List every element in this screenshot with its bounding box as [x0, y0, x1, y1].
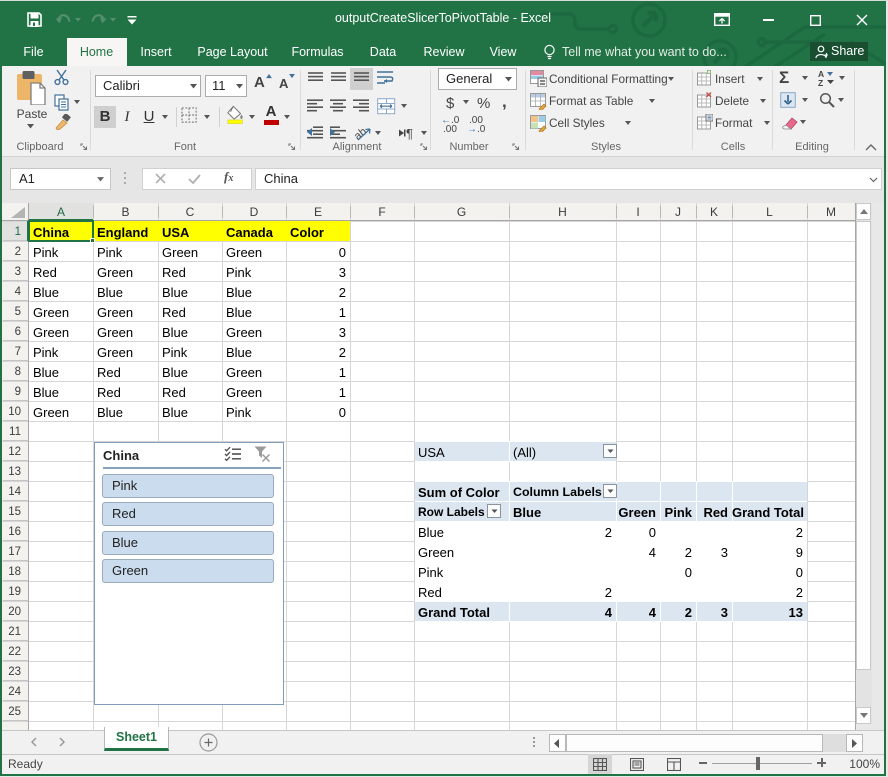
svg-text:¶: ¶ [406, 126, 413, 140]
svg-text:ab: ab [355, 126, 369, 142]
svg-text:Z: Z [818, 78, 823, 87]
